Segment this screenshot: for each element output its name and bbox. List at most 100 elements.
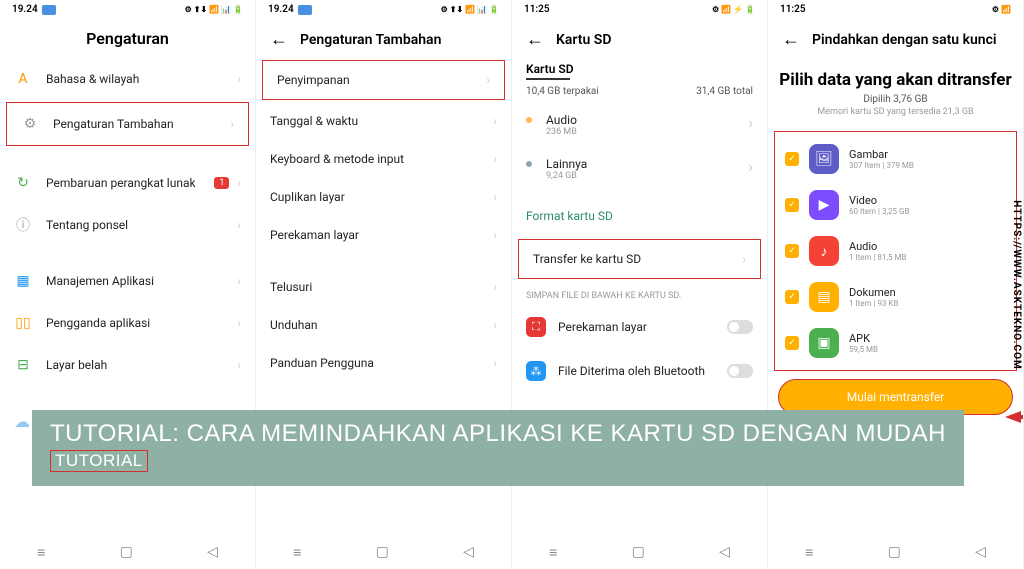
- category-icon: ▤: [809, 282, 839, 312]
- settings-item[interactable]: Unduhan ›: [256, 306, 511, 344]
- category-dot-icon: [526, 117, 532, 123]
- settings-item[interactable]: A Bahasa & wilayah ›: [0, 58, 255, 100]
- item-label: Pengganda aplikasi: [46, 316, 237, 330]
- toggle-switch[interactable]: [727, 320, 753, 334]
- settings-item[interactable]: ⓘ Tentang ponsel ›: [0, 204, 255, 246]
- nav-back-icon[interactable]: ◁: [719, 544, 730, 561]
- nav-bar[interactable]: ≡ ▢ ◁: [768, 536, 1023, 569]
- header-title: Kartu SD: [556, 32, 611, 48]
- item-label: Tentang ponsel: [46, 218, 237, 232]
- nav-home-icon[interactable]: ▢: [376, 544, 389, 561]
- settings-item[interactable]: ▯▯ Pengganda aplikasi ›: [0, 302, 255, 344]
- nav-back-icon[interactable]: ◁: [975, 544, 986, 561]
- category-sub: 1 Item | 93 KB: [849, 299, 898, 308]
- transfer-heading: Pilih data yang akan ditransfer: [768, 58, 1023, 94]
- transfer-ke-sd[interactable]: Transfer ke kartu SD ›: [519, 240, 760, 278]
- nav-home-icon[interactable]: ▢: [120, 544, 133, 561]
- item-label: Pengaturan Tambahan: [53, 117, 230, 131]
- highlight-transfer: Transfer ke kartu SD ›: [518, 239, 761, 279]
- category-icon: ▣: [809, 328, 839, 358]
- toggle-row[interactable]: ⛶ Perekaman layar: [512, 305, 767, 349]
- header: ← Pengaturan Tambahan: [256, 19, 511, 58]
- tab-kartu-sd[interactable]: Kartu SD: [512, 58, 767, 78]
- nav-recent-icon[interactable]: ≡: [37, 544, 45, 561]
- nav-bar[interactable]: ≡ ▢ ◁: [512, 536, 767, 569]
- settings-item[interactable]: Perekaman layar ›: [256, 216, 511, 254]
- status-icons: ⚙ ⬆⬇ 📶 📊 🔋: [185, 5, 243, 14]
- status-icons: ⚙ 📶 ⚡ 🔋: [712, 5, 755, 14]
- item-icon: A: [14, 70, 32, 88]
- item-label: Pembaruan perangkat lunak: [46, 176, 214, 190]
- nav-back-icon[interactable]: ◁: [207, 544, 218, 561]
- nav-bar[interactable]: ≡ ▢ ◁: [256, 536, 511, 569]
- settings-item[interactable]: Penyimpanan ›: [263, 61, 504, 99]
- toggle-row[interactable]: ⁂ File Diterima oleh Bluetooth: [512, 349, 767, 393]
- settings-item[interactable]: Cuplikan layar ›: [256, 178, 511, 216]
- storage-used: 10,4 GB terpakai: [526, 86, 599, 97]
- settings-item[interactable]: Tanggal & waktu ›: [256, 102, 511, 140]
- cloud-icon: [298, 5, 312, 15]
- red-arrow-annotation: [1005, 408, 1021, 427]
- toggle-switch[interactable]: [727, 364, 753, 378]
- settings-item[interactable]: ▦ Manajemen Aplikasi ›: [0, 260, 255, 302]
- category-label: APK: [849, 332, 878, 345]
- chevron-right-icon: ›: [493, 356, 497, 370]
- checkbox-icon[interactable]: ✓: [785, 336, 799, 350]
- item-label: Cuplikan layar: [270, 190, 493, 204]
- category-label: Gambar: [849, 148, 914, 161]
- chevron-right-icon: ›: [237, 274, 241, 288]
- storage-category[interactable]: Audio 236 MB ›: [512, 103, 767, 147]
- item-label: Keyboard & metode input: [270, 152, 493, 166]
- overlay-title: TUTORIAL: CARA MEMINDAHKAN APLIKASI KE K…: [50, 420, 946, 448]
- settings-item[interactable]: Telusuri ›: [256, 268, 511, 306]
- checkbox-icon[interactable]: ✓: [785, 244, 799, 258]
- checkbox-icon[interactable]: ✓: [785, 152, 799, 166]
- nav-recent-icon[interactable]: ≡: [549, 544, 557, 561]
- back-arrow-icon[interactable]: ←: [782, 29, 800, 50]
- settings-item[interactable]: ⊟ Layar belah ›: [0, 344, 255, 386]
- status-time: 19.24: [12, 4, 38, 15]
- nav-home-icon[interactable]: ▢: [632, 544, 645, 561]
- settings-item[interactable]: ⚙ Pengaturan Tambahan ›: [7, 103, 248, 145]
- storage-category[interactable]: Lainnya 9,24 GB ›: [512, 147, 767, 191]
- item-icon: ⊟: [14, 356, 32, 374]
- chevron-right-icon: ›: [748, 157, 753, 176]
- chevron-right-icon: ›: [237, 176, 241, 190]
- category-sub: 1 Item | 81,5 MB: [849, 253, 906, 262]
- checkbox-icon[interactable]: ✓: [785, 198, 799, 212]
- back-arrow-icon[interactable]: ←: [270, 29, 288, 50]
- transfer-category[interactable]: ✓ 🖼 Gambar 307 Item | 379 MB: [775, 136, 1016, 182]
- category-size: 9,24 GB: [546, 171, 748, 181]
- nav-back-icon[interactable]: ◁: [463, 544, 474, 561]
- nav-recent-icon[interactable]: ≡: [805, 544, 813, 561]
- toggle-label: File Diterima oleh Bluetooth: [558, 364, 727, 378]
- transfer-category[interactable]: ✓ ▤ Dokumen 1 Item | 93 KB: [775, 274, 1016, 320]
- status-time: 19.24: [268, 4, 294, 15]
- transfer-category[interactable]: ✓ ▶ Video 60 Item | 3,25 GB: [775, 182, 1016, 228]
- nav-home-icon[interactable]: ▢: [888, 544, 901, 561]
- checkbox-icon[interactable]: ✓: [785, 290, 799, 304]
- nav-recent-icon[interactable]: ≡: [293, 544, 301, 561]
- category-label: Audio: [849, 240, 906, 253]
- category-dot-icon: [526, 161, 532, 167]
- settings-item[interactable]: Keyboard & metode input ›: [256, 140, 511, 178]
- tutorial-overlay: TUTORIAL: CARA MEMINDAHKAN APLIKASI KE K…: [32, 410, 964, 486]
- transfer-label: Transfer ke kartu SD: [533, 252, 742, 266]
- settings-item[interactable]: ↻ Pembaruan perangkat lunak 1 ›: [0, 162, 255, 204]
- status-time: 11:25: [524, 4, 550, 15]
- back-arrow-icon[interactable]: ←: [526, 29, 544, 50]
- item-label: Bahasa & wilayah: [46, 72, 237, 86]
- nav-bar[interactable]: ≡ ▢ ◁: [0, 536, 255, 569]
- category-size: 236 MB: [546, 127, 748, 137]
- format-sd-link[interactable]: Format kartu SD: [512, 191, 767, 237]
- settings-item[interactable]: Panduan Pengguna ›: [256, 344, 511, 382]
- toggle-icon: ⁂: [526, 361, 546, 381]
- cloud-row-icon: ☁: [14, 412, 30, 431]
- toggle-icon: ⛶: [526, 317, 546, 337]
- transfer-category[interactable]: ✓ ♪ Audio 1 Item | 81,5 MB: [775, 228, 1016, 274]
- transfer-category[interactable]: ✓ ▣ APK 59,5 MB: [775, 320, 1016, 366]
- watermark: HTTPS://WWW.ASKTEKNO.COM: [1009, 196, 1024, 373]
- transfer-available: Memori kartu SD yang tersedia 21,3 GB: [768, 105, 1023, 127]
- category-icon: ▶: [809, 190, 839, 220]
- chevron-right-icon: ›: [493, 228, 497, 242]
